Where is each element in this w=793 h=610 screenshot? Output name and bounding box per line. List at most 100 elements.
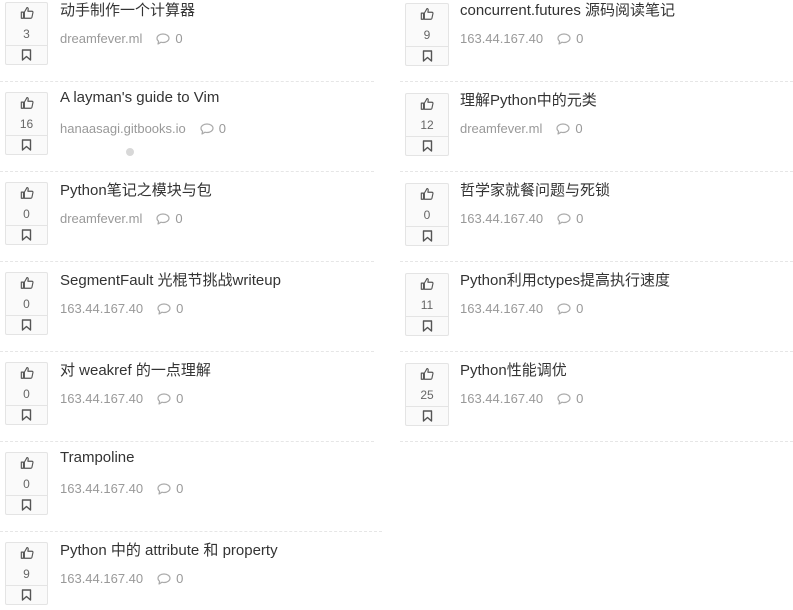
- article-title[interactable]: concurrent.futures 源码阅读笔记: [460, 0, 675, 20]
- comment-link[interactable]: 0: [556, 121, 583, 136]
- bookmark-icon: [21, 319, 32, 331]
- vote-box: 3: [5, 2, 48, 65]
- article-item: 0 SegmentFault 光棍节挑战writeup 163.44.167.4…: [0, 262, 382, 352]
- upvote-button[interactable]: [6, 96, 47, 112]
- vote-count: 0: [23, 207, 30, 221]
- bookmark-icon: [21, 49, 32, 61]
- article-title[interactable]: A layman's guide to Vim: [60, 89, 219, 106]
- bookmark-button[interactable]: [406, 50, 448, 63]
- bookmark-button[interactable]: [6, 589, 47, 602]
- article-item: 0 对 weakref 的一点理解 163.44.167.40 0: [0, 352, 382, 442]
- article-domain[interactable]: dreamfever.ml: [60, 31, 142, 46]
- vote-count: 0: [23, 477, 30, 491]
- vote-count: 12: [420, 118, 434, 132]
- bookmark-button[interactable]: [6, 139, 47, 152]
- article-domain[interactable]: hanaasagi.gitbooks.io: [60, 121, 186, 136]
- bookmark-button[interactable]: [6, 319, 47, 332]
- bookmark-button[interactable]: [6, 229, 47, 242]
- comment-link[interactable]: 0: [157, 571, 183, 586]
- thumbs-up-icon: [20, 7, 34, 19]
- bookmark-button[interactable]: [406, 140, 448, 153]
- thumbs-up-icon: [420, 98, 434, 110]
- vote-count: 11: [420, 298, 434, 312]
- article-title[interactable]: Python性能调优: [460, 359, 567, 380]
- comment-count: 0: [176, 571, 184, 586]
- upvote-button[interactable]: [6, 546, 47, 562]
- comment-link[interactable]: 0: [557, 211, 583, 226]
- article-title[interactable]: Python笔记之模块与包: [60, 179, 212, 200]
- comment-link[interactable]: 0: [156, 31, 183, 46]
- comment-icon: [557, 32, 571, 45]
- thumbs-up-icon: [20, 457, 34, 469]
- vote-box: 16: [5, 92, 48, 155]
- article-title[interactable]: 理解Python中的元类: [460, 89, 597, 110]
- comment-icon: [557, 392, 571, 405]
- article-domain[interactable]: 163.44.167.40: [460, 391, 543, 406]
- article-list-page: 3 动手制作一个计算器 dreamfever.ml 0 16 A layman'…: [0, 0, 793, 610]
- article-title[interactable]: Trampoline: [60, 449, 134, 466]
- comment-link[interactable]: 0: [557, 31, 583, 46]
- article-meta: 163.44.167.40 0: [60, 391, 183, 406]
- vote-box: 0: [405, 183, 449, 246]
- comment-icon: [200, 122, 214, 135]
- upvote-button[interactable]: [406, 367, 448, 383]
- bookmark-button[interactable]: [406, 410, 448, 423]
- vote-divider: [6, 495, 47, 496]
- upvote-button[interactable]: [406, 187, 448, 203]
- article-domain[interactable]: dreamfever.ml: [460, 121, 542, 136]
- article-title[interactable]: Python利用ctypes提高执行速度: [460, 269, 670, 290]
- comment-icon: [157, 392, 171, 405]
- comment-link[interactable]: 0: [156, 211, 183, 226]
- bookmark-button[interactable]: [406, 320, 448, 333]
- comment-count: 0: [176, 301, 184, 316]
- article-domain[interactable]: 163.44.167.40: [60, 301, 143, 316]
- article-domain[interactable]: 163.44.167.40: [460, 301, 543, 316]
- upvote-button[interactable]: [6, 456, 47, 472]
- article-meta: dreamfever.ml 0: [460, 121, 583, 136]
- article-item: 0 哲学家就餐问题与死锁 163.44.167.40 0: [400, 172, 793, 262]
- bookmark-button[interactable]: [6, 409, 47, 422]
- upvote-button[interactable]: [6, 276, 47, 292]
- thumbs-up-icon: [20, 97, 34, 109]
- vote-divider: [406, 136, 448, 137]
- comment-link[interactable]: 0: [157, 391, 183, 406]
- article-item: 25 Python性能调优 163.44.167.40 0: [400, 352, 793, 442]
- thumbs-up-icon: [420, 278, 434, 290]
- upvote-button[interactable]: [6, 186, 47, 202]
- vote-divider: [406, 406, 448, 407]
- article-domain[interactable]: 163.44.167.40: [60, 481, 143, 496]
- article-domain[interactable]: 163.44.167.40: [460, 31, 543, 46]
- thumbs-up-icon: [20, 187, 34, 199]
- upvote-button[interactable]: [6, 6, 47, 22]
- comment-link[interactable]: 0: [200, 121, 226, 136]
- upvote-button[interactable]: [406, 97, 448, 113]
- upvote-button[interactable]: [6, 366, 47, 382]
- bookmark-button[interactable]: [406, 230, 448, 243]
- bookmark-icon: [422, 320, 432, 332]
- article-domain[interactable]: 163.44.167.40: [460, 211, 543, 226]
- article-domain[interactable]: 163.44.167.40: [60, 571, 143, 586]
- comment-link[interactable]: 0: [157, 301, 183, 316]
- comment-count: 0: [176, 391, 184, 406]
- bookmark-button[interactable]: [6, 499, 47, 512]
- vote-box: 0: [5, 362, 48, 425]
- article-title[interactable]: Python 中的 attribute 和 property: [60, 539, 278, 560]
- article-domain[interactable]: dreamfever.ml: [60, 211, 142, 226]
- bookmark-button[interactable]: [6, 49, 47, 62]
- article-item: 3 动手制作一个计算器 dreamfever.ml 0: [0, 0, 382, 82]
- comment-icon: [557, 302, 571, 315]
- vote-count: 3: [23, 27, 30, 41]
- thumbs-up-icon: [20, 547, 34, 559]
- comment-link[interactable]: 0: [557, 301, 583, 316]
- vote-box: 9: [5, 542, 48, 605]
- article-meta: 163.44.167.40 0: [460, 391, 583, 406]
- comment-link[interactable]: 0: [557, 391, 583, 406]
- upvote-button[interactable]: [406, 277, 448, 293]
- article-domain[interactable]: 163.44.167.40: [60, 391, 143, 406]
- article-title[interactable]: 动手制作一个计算器: [60, 0, 195, 20]
- comment-link[interactable]: 0: [157, 481, 183, 496]
- upvote-button[interactable]: [406, 7, 448, 23]
- article-title[interactable]: 哲学家就餐问题与死锁: [460, 179, 610, 200]
- article-title[interactable]: 对 weakref 的一点理解: [60, 359, 211, 380]
- article-title[interactable]: SegmentFault 光棍节挑战writeup: [60, 269, 281, 290]
